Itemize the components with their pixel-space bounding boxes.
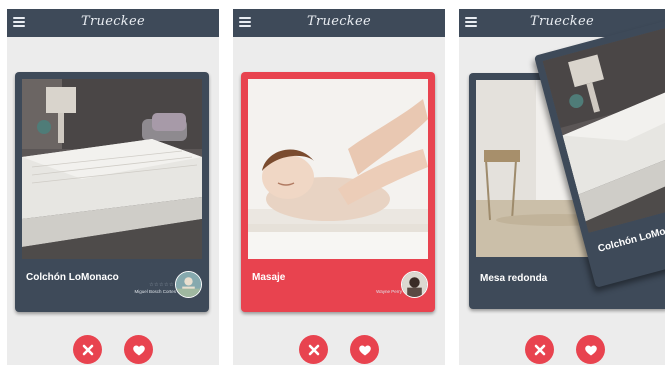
rating-stars: ☆☆☆☆☆ xyxy=(149,282,174,288)
item-title: Mesa redonda xyxy=(480,273,548,284)
phone-screen-1: Trueckee Colchón LoMonaco ☆☆☆☆☆ Miguel B… xyxy=(7,9,219,365)
screens: Trueckee Colchón LoMonaco ☆☆☆☆☆ Miguel B… xyxy=(0,0,665,365)
reject-button[interactable] xyxy=(525,335,554,364)
owner-name: Wayne Perry xyxy=(376,289,402,294)
owner-name: Miguel Bosch Cortes xyxy=(134,289,176,294)
app-title: Trueckee xyxy=(530,14,594,29)
heart-icon xyxy=(358,344,371,355)
item-photo-massage xyxy=(248,79,428,259)
action-bar xyxy=(7,335,219,365)
item-title: Colchón LoMonaco xyxy=(26,272,119,283)
item-card[interactable]: Colchón LoMonaco ☆☆☆☆☆ Miguel Bosch Cort… xyxy=(15,72,209,312)
owner-avatar[interactable] xyxy=(401,271,428,298)
close-icon xyxy=(534,344,545,355)
phone-screen-3: Trueckee Mesa redonda Colchón LoMonaco xyxy=(459,9,665,365)
item-title: Masaje xyxy=(252,272,286,283)
app-title: Trueckee xyxy=(307,14,371,29)
close-icon xyxy=(308,344,319,355)
like-button[interactable] xyxy=(350,335,379,364)
like-button[interactable] xyxy=(124,335,153,364)
app-bar: Trueckee xyxy=(233,9,445,37)
app-title: Trueckee xyxy=(81,14,145,29)
phone-screen-2: Trueckee Masaje Wayne Perry xyxy=(233,9,445,365)
reject-button[interactable] xyxy=(299,335,328,364)
app-bar: Trueckee xyxy=(7,9,219,37)
owner-avatar[interactable] xyxy=(175,271,202,298)
action-bar xyxy=(233,335,445,365)
heart-icon xyxy=(584,344,597,355)
close-icon xyxy=(82,344,93,355)
heart-icon xyxy=(132,344,145,355)
like-button[interactable] xyxy=(576,335,605,364)
action-bar xyxy=(459,335,665,365)
reject-button[interactable] xyxy=(73,335,102,364)
item-card[interactable]: Masaje Wayne Perry xyxy=(241,72,435,312)
item-photo-mattress xyxy=(22,79,202,259)
